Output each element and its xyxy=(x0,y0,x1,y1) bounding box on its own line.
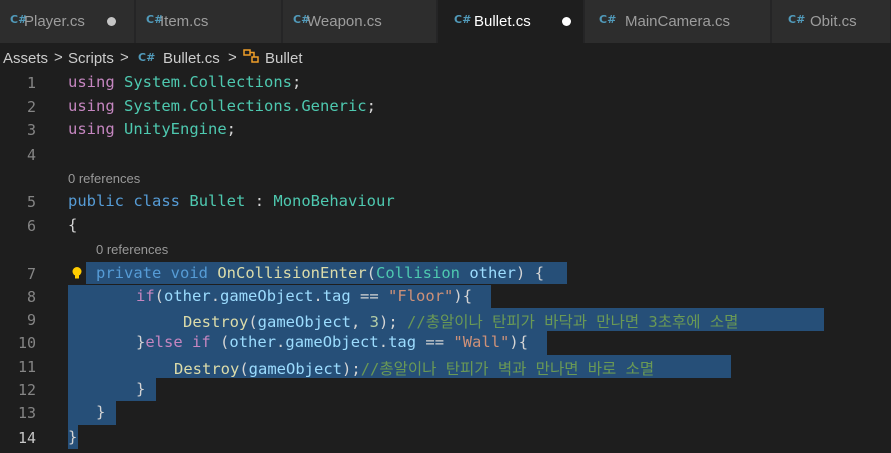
code-line: 13 } xyxy=(0,401,891,424)
line-number: 12 xyxy=(17,381,36,399)
code-line: 11 Destroy(gameObject);//총알이나 탄피가 벽과 만나면… xyxy=(0,355,891,378)
codelens-line: 0 references xyxy=(0,238,891,261)
code-line: 7 private void OnCollisionEnter(Collisio… xyxy=(0,262,891,285)
code-editor[interactable]: 1 using System.Collections; 2 using Syst… xyxy=(0,71,891,453)
code-text: Destroy(gameObject);//총알이나 탄피가 벽과 만나면 바로… xyxy=(174,360,655,378)
codelens-references[interactable]: 0 references xyxy=(68,171,140,186)
tab-label: Player.cs xyxy=(24,13,85,30)
tab-item-cs[interactable]: C# Item.cs xyxy=(136,0,282,43)
code-line: 8 if(other.gameObject.tag == "Floor"){ xyxy=(0,285,891,308)
code-text: public class Bullet : MonoBehaviour xyxy=(68,192,395,210)
line-number: 3 xyxy=(26,121,36,139)
tab-label: Weapon.cs xyxy=(307,13,382,30)
code-text: } xyxy=(96,403,106,421)
tab-player-cs[interactable]: C# Player.cs xyxy=(0,0,135,43)
line-number: 13 xyxy=(17,404,36,422)
line-number: 8 xyxy=(26,288,36,306)
line-number: 2 xyxy=(26,98,36,116)
code-text: { xyxy=(68,216,78,234)
code-text: Destroy(gameObject, 3); //총알이나 탄피가 바닥과 만… xyxy=(183,313,739,331)
code-text: } xyxy=(68,428,78,446)
csharp-icon: C# xyxy=(788,13,806,26)
line-number: 6 xyxy=(26,217,36,235)
tab-weapon-cs[interactable]: C# Weapon.cs xyxy=(283,0,437,43)
codelens-line: 0 references xyxy=(0,167,891,190)
code-line: 10 }else if (other.gameObject.tag == "Wa… xyxy=(0,331,891,354)
tab-label: Obit.cs xyxy=(810,13,857,30)
code-line: 3 using UnityEngine; xyxy=(0,118,891,141)
code-text: if(other.gameObject.tag == "Floor"){ xyxy=(136,287,473,305)
code-line: 6 { xyxy=(0,214,891,237)
chevron-right-icon: > xyxy=(228,49,237,66)
tab-bullet-cs[interactable]: C# Bullet.cs xyxy=(438,0,584,43)
tab-label: MainCamera.cs xyxy=(625,13,731,30)
line-number: 9 xyxy=(26,311,36,329)
code-text: using System.Collections; xyxy=(68,73,302,91)
breadcrumb-assets[interactable]: Assets xyxy=(3,50,48,67)
code-text: using UnityEngine; xyxy=(68,120,237,138)
line-number: 4 xyxy=(26,146,36,164)
code-line: 14 } xyxy=(0,426,891,449)
class-icon xyxy=(243,48,259,68)
code-line: 1 using System.Collections; xyxy=(0,71,891,94)
tab-label: Item.cs xyxy=(160,13,209,30)
code-text: } xyxy=(136,380,146,398)
tab-obit-cs[interactable]: C# Obit.cs xyxy=(772,0,891,43)
tab-maincamera-cs[interactable]: C# MainCamera.cs xyxy=(585,0,771,43)
line-number: 5 xyxy=(26,193,36,211)
code-text: }else if (other.gameObject.tag == "Wall"… xyxy=(136,333,529,351)
csharp-icon: C# xyxy=(138,51,156,64)
line-number: 11 xyxy=(17,358,36,376)
breadcrumb-scripts[interactable]: Scripts xyxy=(68,50,114,67)
code-line: 2 using System.Collections.Generic; xyxy=(0,95,891,118)
unsaved-dot-icon[interactable] xyxy=(562,17,571,26)
code-line: 9 Destroy(gameObject, 3); //총알이나 탄피가 바닥과… xyxy=(0,308,891,331)
unsaved-dot-icon[interactable] xyxy=(107,17,116,26)
chevron-right-icon: > xyxy=(54,49,63,66)
code-text: using System.Collections.Generic; xyxy=(68,97,376,115)
line-number: 10 xyxy=(17,334,36,352)
tab-bar: C# Player.cs C# Item.cs C# Weapon.cs C# … xyxy=(0,0,891,43)
codelens-references[interactable]: 0 references xyxy=(96,242,168,257)
line-number: 1 xyxy=(26,74,36,92)
code-line: 4 xyxy=(0,143,891,166)
line-number: 14 xyxy=(17,429,36,447)
lightbulb-icon[interactable] xyxy=(70,266,84,280)
tab-label: Bullet.cs xyxy=(474,13,531,30)
code-line: 12 } xyxy=(0,378,891,401)
code-text: private void OnCollisionEnter(Collision … xyxy=(96,264,545,282)
line-number: 7 xyxy=(26,265,36,283)
csharp-icon: C# xyxy=(599,13,617,26)
breadcrumb-file[interactable]: Bullet.cs xyxy=(163,50,220,67)
breadcrumb: Assets > Scripts > C# Bullet.cs > Bullet xyxy=(0,45,891,71)
csharp-icon: C# xyxy=(454,13,472,26)
breadcrumb-class[interactable]: Bullet xyxy=(265,50,303,67)
code-line: 5 public class Bullet : MonoBehaviour xyxy=(0,190,891,213)
chevron-right-icon: > xyxy=(120,49,129,66)
